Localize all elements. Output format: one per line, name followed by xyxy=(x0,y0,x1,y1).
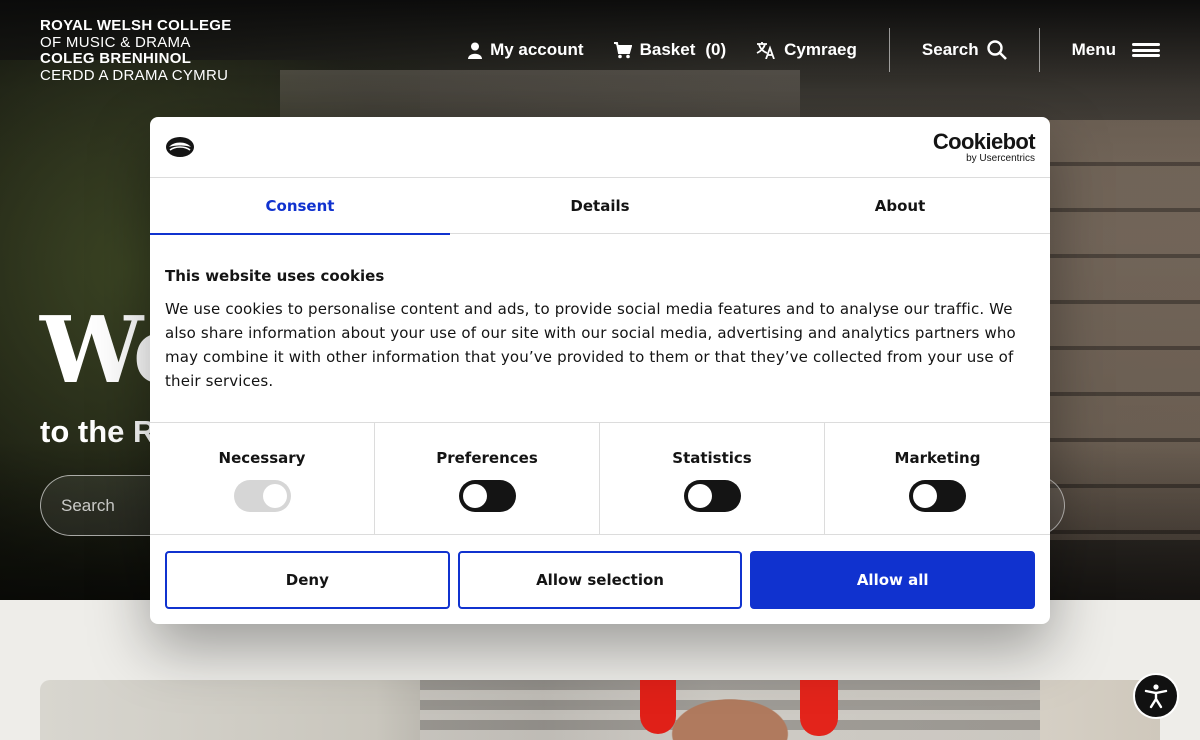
cookie-category-toggles: Necessary Preferences Statistics Marketi… xyxy=(150,422,1050,535)
category-statistics: Statistics xyxy=(600,423,825,535)
hamburger-icon xyxy=(1132,43,1160,57)
logo-line-3: COLEG BRENHINOL xyxy=(40,50,192,67)
logo-line-2: OF MUSIC & DRAMA xyxy=(40,33,191,51)
menu-toggle[interactable]: Menu xyxy=(1072,40,1160,60)
cookiebot-brand-name: Cookiebot xyxy=(932,129,1036,154)
top-navigation: My account Basket (0) Cymraeg Search Men… xyxy=(468,28,1160,72)
cookie-heading: This website uses cookies xyxy=(165,267,385,285)
allow-all-button[interactable]: Allow all xyxy=(750,551,1036,609)
allow-selection-button[interactable]: Allow selection xyxy=(457,551,743,609)
category-preferences: Preferences xyxy=(375,423,600,535)
cookie-consent-dialog: Cookiebot by Usercentrics Consent Detail… xyxy=(150,117,1050,624)
basket-count: (0) xyxy=(705,40,727,59)
my-account-link[interactable]: My account xyxy=(468,40,584,60)
search-label: Search xyxy=(921,40,979,59)
cookie-dialog-header: Cookiebot by Usercentrics xyxy=(150,117,1050,178)
search-icon xyxy=(986,40,1007,60)
statistics-toggle[interactable] xyxy=(683,480,741,512)
category-necessary-label: Necessary xyxy=(218,449,306,467)
language-label: Cymraeg xyxy=(784,40,857,59)
category-statistics-label: Statistics xyxy=(672,449,752,467)
logo-line-1: ROYAL WELSH COLLEGE xyxy=(40,17,232,34)
hero-subtitle: to the R xyxy=(40,414,156,449)
tab-about[interactable]: About xyxy=(750,178,1050,234)
hero-background-rooftops xyxy=(280,70,800,120)
card-image-ear-defender-right xyxy=(800,680,838,736)
nav-divider xyxy=(1038,28,1040,72)
basket-label: Basket xyxy=(639,40,696,59)
my-account-label: My account xyxy=(490,40,584,59)
user-icon xyxy=(468,42,483,59)
site-logo[interactable]: ROYAL WELSH COLLEGE OF MUSIC & DRAMA COL… xyxy=(40,17,232,84)
basket-link[interactable]: Basket (0) xyxy=(613,40,727,60)
cart-icon xyxy=(613,41,632,58)
search-toggle[interactable]: Search xyxy=(922,40,1007,60)
cookie-description: This website uses cookies We use cookies… xyxy=(150,234,1050,422)
category-marketing: Marketing xyxy=(825,423,1050,535)
deny-button[interactable]: Deny xyxy=(165,551,450,609)
menu-label: Menu xyxy=(1071,40,1116,59)
nav-divider xyxy=(888,28,890,72)
necessary-toggle xyxy=(233,480,291,512)
category-preferences-label: Preferences xyxy=(436,449,538,467)
category-necessary: Necessary xyxy=(150,423,375,535)
marketing-toggle[interactable] xyxy=(909,480,966,512)
cookiebot-logo[interactable]: Cookiebot by Usercentrics xyxy=(932,129,1036,164)
accessibility-button[interactable] xyxy=(1133,673,1179,719)
category-marketing-label: Marketing xyxy=(894,449,981,467)
tab-consent[interactable]: Consent xyxy=(150,178,450,235)
feature-card-image[interactable] xyxy=(40,680,1160,740)
cookiebot-brand-sub: by Usercentrics xyxy=(966,153,1035,164)
translate-icon xyxy=(756,42,775,59)
tab-details[interactable]: Details xyxy=(450,178,750,234)
cookie-dialog-tabs: Consent Details About xyxy=(150,178,1050,235)
language-switch-link[interactable]: Cymraeg xyxy=(756,40,857,60)
site-emblem-icon xyxy=(166,137,194,157)
cookie-text: We use cookies to personalise content an… xyxy=(165,300,1016,390)
logo-line-4: CERDD A DRAMA CYMRU xyxy=(40,66,229,84)
card-image-ear-defender-left xyxy=(640,680,676,734)
cookie-action-buttons: Deny Allow selection Allow all xyxy=(150,535,1050,609)
preferences-toggle[interactable] xyxy=(458,480,516,512)
accessibility-icon xyxy=(1144,684,1168,709)
